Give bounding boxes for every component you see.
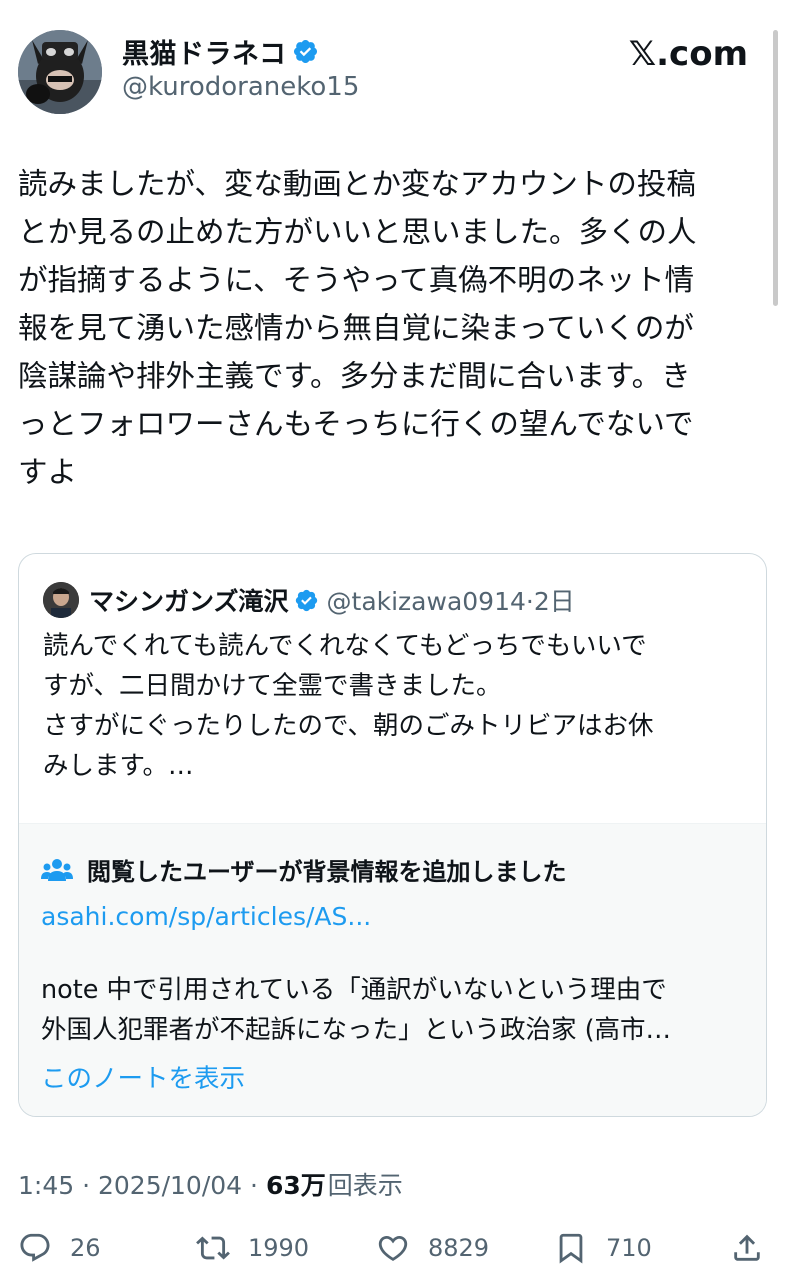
- reply-button[interactable]: 26: [18, 1226, 101, 1270]
- tweet-meta: 1:45 · 2025/10/04 · 63万 回表示: [18, 1166, 403, 1202]
- repost-icon: [196, 1236, 230, 1260]
- share-button[interactable]: [730, 1226, 764, 1270]
- quoted-avatar: [43, 582, 79, 618]
- timestamp[interactable]: 1:45 · 2025/10/04 ·: [18, 1171, 258, 1200]
- community-note[interactable]: 閲覧したユーザーが背景情報を追加しました asahi.com/sp/articl…: [19, 823, 766, 1116]
- reply-icon: [20, 1233, 50, 1262]
- tweet-text: 読みましたが、変な動画とか変なアカウントの投稿 とか見るの止めた方がいいと思いま…: [18, 167, 697, 489]
- bookmark-count: 710: [606, 1234, 652, 1262]
- handle[interactable]: @kurodoraneko15: [122, 72, 359, 102]
- verified-badge-icon: [295, 589, 317, 611]
- tweet-header: 黒猫ドラネコ @kurodoraneko15 𝕏.com: [18, 30, 758, 116]
- verified-badge-icon: [294, 39, 318, 64]
- bookmark-icon: [559, 1233, 583, 1264]
- show-note-link[interactable]: このノートを表示: [41, 1058, 245, 1095]
- x-logo[interactable]: 𝕏.com: [629, 34, 748, 74]
- users-icon: [41, 858, 73, 881]
- views-label: 回表示: [327, 1171, 403, 1200]
- note-link[interactable]: asahi.com/sp/articles/AS...: [41, 902, 371, 931]
- quoted-display-name: マシンガンズ滝沢: [89, 587, 289, 616]
- action-bar: 26 1990 8829 710: [18, 1226, 768, 1270]
- display-name[interactable]: 黒猫ドラネコ: [122, 32, 286, 71]
- avatar[interactable]: [18, 30, 102, 114]
- note-text: note 中で引用されている「通訳がいないという理由で 外国人犯罪者が不起訴にな…: [41, 975, 672, 1045]
- quoted-text: 読んでくれても読んでくれなくてもどっちでもいいで すが、二日間かけて全霊で書きま…: [43, 631, 654, 781]
- repost-count: 1990: [248, 1234, 310, 1262]
- share-icon: [734, 1234, 760, 1261]
- views-count: 63万: [265, 1171, 326, 1200]
- heart-icon: [378, 1235, 408, 1261]
- quoted-handle-time: @takizawa0914·2日: [326, 587, 575, 616]
- like-button[interactable]: 8829: [376, 1226, 489, 1270]
- note-title: 閲覧したユーザーが背景情報を追加しました: [87, 858, 567, 886]
- quoted-tweet[interactable]: マシンガンズ滝沢 @takizawa0914·2日 読んでくれても読んでくれなく…: [18, 553, 767, 1117]
- reply-count: 26: [70, 1234, 101, 1262]
- repost-button[interactable]: 1990: [196, 1226, 309, 1270]
- like-count: 8829: [428, 1234, 490, 1262]
- scrollbar[interactable]: [773, 30, 778, 306]
- bookmark-button[interactable]: 710: [554, 1226, 652, 1270]
